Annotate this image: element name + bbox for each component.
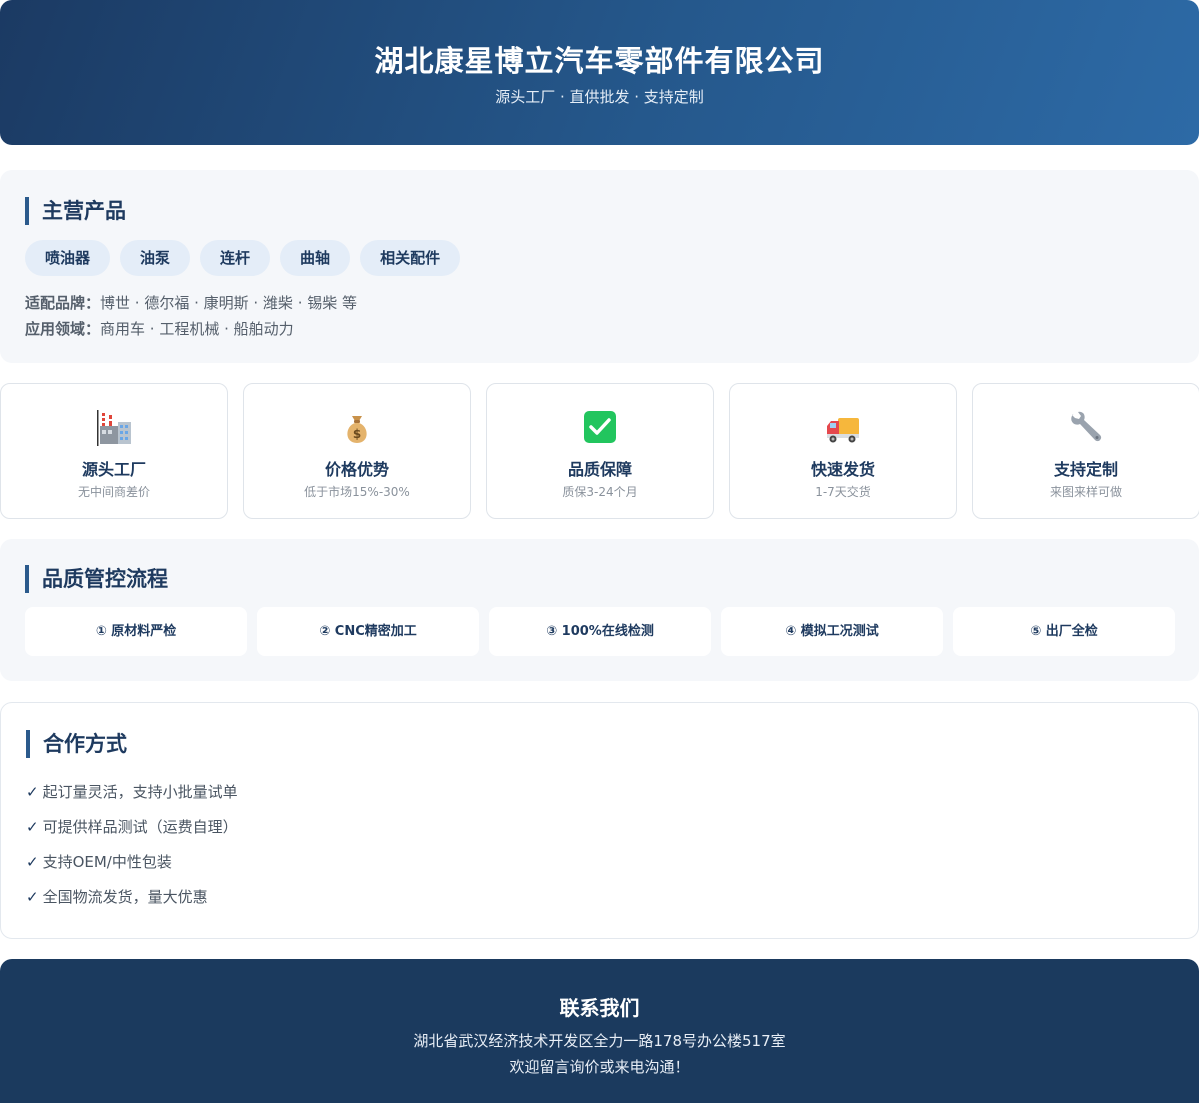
fields-value: 商用车 · 工程机械 · 船舶动力 — [100, 320, 294, 338]
cooperation-item-text: 起订量灵活，支持小批量试单 — [42, 783, 238, 801]
quality-step: ② CNC精密加工 — [257, 607, 479, 656]
feature-card-quality: 品质保障 质保3-24个月 — [486, 383, 714, 519]
products-section: 主营产品 喷油器 油泵 连杆 曲轴 相关配件 适配品牌：博世 · 德尔福 · 康… — [0, 170, 1199, 363]
quality-section: 品质管控流程 ① 原材料严检 ② CNC精密加工 ③ 100%在线检测 ④ 模拟… — [0, 539, 1199, 681]
feature-title: 源头工厂 — [81, 460, 146, 479]
money-bag-icon: $ — [244, 410, 470, 446]
feature-desc: 质保3-24个月 — [562, 485, 638, 499]
check-mark-icon: ✓ — [26, 888, 39, 906]
feature-title: 价格优势 — [324, 460, 389, 479]
feature-title: 快速发货 — [810, 460, 875, 479]
contact-footer: 联系我们 湖北省武汉经济技术开发区全力一路178号办公楼517室 欢迎留言询价或… — [0, 959, 1199, 1103]
check-mark-icon: ✓ — [26, 818, 39, 836]
cooperation-item-text: 可提供样品测试（运费自理） — [42, 818, 238, 836]
brands-label: 适配品牌： — [25, 294, 101, 312]
cooperation-item-text: 支持OEM/中性包装 — [42, 853, 172, 871]
fields-label: 应用领域： — [25, 320, 101, 338]
feature-card-custom: 支持定制 来图来样可做 — [972, 383, 1199, 519]
company-title: 湖北康星博立汽车零部件有限公司 — [374, 44, 825, 78]
check-mark-icon: ✓ — [26, 783, 39, 801]
check-icon — [487, 410, 713, 446]
feature-card-delivery: 快速发货 1-7天交货 — [729, 383, 957, 519]
quality-step: ④ 模拟工况测试 — [721, 607, 943, 656]
quality-heading: 品质管控流程 — [25, 565, 168, 593]
brands-line: 适配品牌：博世 · 德尔福 · 康明斯 · 潍柴 · 锡柴 等 — [25, 292, 357, 313]
contact-message: 欢迎留言询价或来电沟通！ — [509, 1058, 690, 1076]
quality-step: ① 原材料严检 — [25, 607, 247, 656]
header-banner: 湖北康星博立汽车零部件有限公司 源头工厂 · 直供批发 · 支持定制 — [0, 0, 1199, 145]
feature-title: 支持定制 — [1053, 460, 1118, 479]
wrench-icon — [973, 410, 1199, 446]
fields-line: 应用领域：商用车 · 工程机械 · 船舶动力 — [25, 318, 294, 339]
product-tag[interactable]: 相关配件 — [360, 240, 461, 276]
cooperation-item-text: 全国物流发货，量大优惠 — [42, 888, 208, 906]
cooperation-item: ✓ 支持OEM/中性包装 — [26, 851, 172, 872]
factory-icon — [1, 410, 227, 446]
quality-steps: ① 原材料严检 ② CNC精密加工 ③ 100%在线检测 ④ 模拟工况测试 ⑤ … — [25, 607, 1175, 656]
check-mark-icon: ✓ — [26, 853, 39, 871]
feature-desc: 无中间商差价 — [77, 485, 150, 499]
cooperation-item: ✓ 可提供样品测试（运费自理） — [26, 816, 238, 837]
svg-text:$: $ — [353, 427, 361, 441]
contact-address: 湖北省武汉经济技术开发区全力一路178号办公楼517室 — [413, 1032, 786, 1050]
company-subtitle: 源头工厂 · 直供批发 · 支持定制 — [495, 88, 704, 106]
quality-step: ⑤ 出厂全检 — [953, 607, 1175, 656]
feature-title: 品质保障 — [567, 460, 632, 479]
products-heading: 主营产品 — [25, 197, 126, 225]
product-tag[interactable]: 连杆 — [200, 240, 271, 276]
feature-card-factory: 源头工厂 无中间商差价 — [0, 383, 228, 519]
product-tags: 喷油器 油泵 连杆 曲轴 相关配件 — [25, 240, 461, 276]
feature-card-price: $ 价格优势 低于市场15%-30% — [243, 383, 471, 519]
product-tag[interactable]: 油泵 — [120, 240, 191, 276]
truck-icon — [730, 410, 956, 446]
feature-desc: 来图来样可做 — [1049, 485, 1122, 499]
cooperation-item: ✓ 起订量灵活，支持小批量试单 — [26, 781, 238, 802]
cooperation-heading: 合作方式 — [26, 730, 127, 758]
product-tag[interactable]: 曲轴 — [280, 240, 351, 276]
product-tag[interactable]: 喷油器 — [25, 240, 111, 276]
contact-title: 联系我们 — [559, 996, 640, 1020]
feature-desc: 1-7天交货 — [815, 485, 871, 499]
feature-desc: 低于市场15%-30% — [304, 485, 410, 499]
cooperation-section: 合作方式 ✓ 起订量灵活，支持小批量试单 ✓ 可提供样品测试（运费自理） ✓ 支持OE… — [0, 702, 1199, 939]
cooperation-item: ✓ 全国物流发货，量大优惠 — [26, 886, 208, 907]
brands-value: 博世 · 德尔福 · 康明斯 · 潍柴 · 锡柴 等 — [100, 294, 358, 312]
quality-step: ③ 100%在线检测 — [489, 607, 711, 656]
